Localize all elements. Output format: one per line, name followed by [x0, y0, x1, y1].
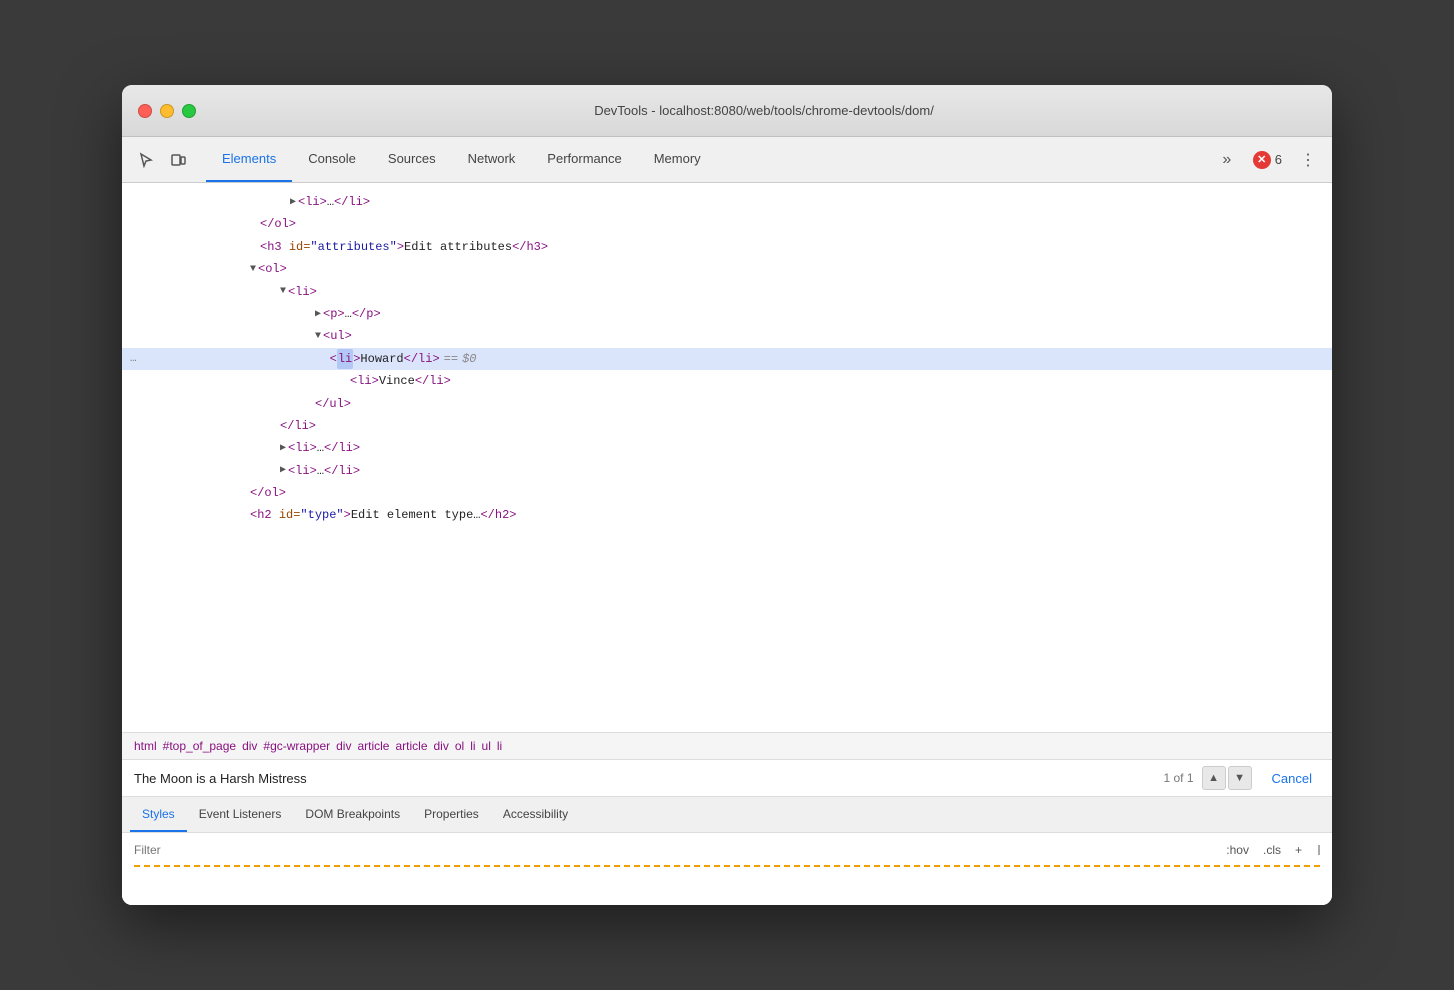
breadcrumb-bar: html #top_of_page div #gc-wrapper div ar… — [122, 732, 1332, 760]
dom-line[interactable]: </li> — [122, 415, 1332, 437]
toolbar: Elements Console Sources Network Perform… — [122, 137, 1332, 183]
new-style-rule-button[interactable]: + — [1291, 841, 1306, 859]
more-tabs-button[interactable]: » — [1213, 146, 1241, 174]
panel-tabs: Styles Event Listeners DOM Breakpoints P… — [122, 797, 1332, 833]
triangle-icon[interactable]: ▶ — [290, 194, 296, 211]
minimize-button[interactable] — [160, 104, 174, 118]
breadcrumb-item[interactable]: #top_of_page — [163, 739, 236, 753]
dots-indicator: … — [130, 350, 137, 369]
breadcrumb-item[interactable]: #gc-wrapper — [263, 739, 330, 753]
triangle-icon[interactable]: ▶ — [315, 306, 321, 323]
close-button[interactable] — [138, 104, 152, 118]
main-content: ▶ <li>…</li> </ol> <h3 id="attributes">E… — [122, 183, 1332, 905]
search-cancel-button[interactable]: Cancel — [1260, 767, 1324, 790]
breadcrumb-item[interactable]: ul — [482, 739, 491, 753]
error-badge-button[interactable]: ✕ 6 — [1247, 149, 1288, 171]
dom-line[interactable]: ▶ <p>…</p> — [122, 303, 1332, 325]
dom-line[interactable]: ▼ <ol> — [122, 258, 1332, 280]
breadcrumb-item[interactable]: ol — [455, 739, 464, 753]
search-bar: 1 of 1 ▲ ▼ Cancel — [122, 760, 1332, 797]
triangle-icon[interactable]: ▶ — [280, 440, 286, 457]
error-count: 6 — [1275, 152, 1282, 167]
dom-line[interactable]: ▼ <ul> — [122, 325, 1332, 347]
breadcrumb-item[interactable]: div — [434, 739, 449, 753]
dom-line-selected[interactable]: … <li>Howard</li> == $0 — [122, 348, 1332, 370]
dom-tree[interactable]: ▶ <li>…</li> </ol> <h3 id="attributes">E… — [122, 183, 1332, 732]
device-icon — [170, 152, 186, 168]
tab-sources[interactable]: Sources — [372, 137, 452, 182]
dom-line[interactable]: <h2 id="type">Edit element type…</h2> — [122, 504, 1332, 526]
triangle-icon[interactable]: ▼ — [280, 283, 286, 300]
error-icon: ✕ — [1253, 151, 1271, 169]
dom-line[interactable]: </ul> — [122, 393, 1332, 415]
inspect-icon-button[interactable] — [132, 146, 160, 174]
search-input[interactable] — [130, 769, 1156, 788]
breadcrumb-item[interactable]: article — [395, 739, 427, 753]
dom-line[interactable]: </ol> — [122, 213, 1332, 235]
panel-tab-properties[interactable]: Properties — [412, 797, 491, 832]
bottom-panel: Styles Event Listeners DOM Breakpoints P… — [122, 797, 1332, 905]
breadcrumb-item[interactable]: html — [134, 739, 157, 753]
traffic-lights — [138, 104, 196, 118]
breadcrumb-item[interactable]: div — [336, 739, 351, 753]
breadcrumb-item[interactable]: div — [242, 739, 257, 753]
tab-console[interactable]: Console — [292, 137, 372, 182]
dom-line[interactable]: <li>Vince</li> — [122, 370, 1332, 392]
filter-divider — [1312, 845, 1320, 855]
devtools-window: DevTools - localhost:8080/web/tools/chro… — [122, 85, 1332, 905]
maximize-button[interactable] — [182, 104, 196, 118]
search-next-button[interactable]: ▼ — [1228, 766, 1252, 790]
tab-memory[interactable]: Memory — [638, 137, 717, 182]
panel-tab-dom-breakpoints[interactable]: DOM Breakpoints — [293, 797, 412, 832]
tab-performance[interactable]: Performance — [531, 137, 637, 182]
dashed-border-indicator — [134, 865, 1320, 867]
tab-network[interactable]: Network — [452, 137, 532, 182]
tag-highlight: li — [337, 349, 353, 369]
settings-button[interactable]: ⋮ — [1294, 146, 1322, 174]
dom-line[interactable]: ▼ <li> — [122, 281, 1332, 303]
search-prev-button[interactable]: ▲ — [1202, 766, 1226, 790]
breadcrumb-item[interactable]: li — [470, 739, 475, 753]
hov-button[interactable]: :hov — [1222, 841, 1253, 859]
dom-line[interactable]: ▶ <li>…</li> — [122, 191, 1332, 213]
styles-panel: :hov .cls + — [122, 833, 1332, 905]
filter-input[interactable] — [134, 839, 1214, 861]
dom-line[interactable]: </ol> — [122, 482, 1332, 504]
panel-tab-event-listeners[interactable]: Event Listeners — [187, 797, 294, 832]
filter-controls: :hov .cls + — [1222, 841, 1320, 859]
breadcrumb-item[interactable]: article — [357, 739, 389, 753]
dom-line[interactable]: <h3 id="attributes">Edit attributes</h3> — [122, 236, 1332, 258]
triangle-icon[interactable]: ▶ — [280, 462, 286, 479]
panel-tab-styles[interactable]: Styles — [130, 797, 187, 832]
breadcrumb-item[interactable]: li — [497, 739, 502, 753]
window-title: DevTools - localhost:8080/web/tools/chro… — [212, 103, 1316, 118]
titlebar: DevTools - localhost:8080/web/tools/chro… — [122, 85, 1332, 137]
panel-tab-accessibility[interactable]: Accessibility — [491, 797, 580, 832]
toolbar-tabs: Elements Console Sources Network Perform… — [206, 137, 1209, 182]
toolbar-icons — [132, 146, 192, 174]
dom-line[interactable]: ▶ <li>…</li> — [122, 437, 1332, 459]
device-toggle-button[interactable] — [164, 146, 192, 174]
cls-button[interactable]: .cls — [1259, 841, 1285, 859]
filter-row: :hov .cls + — [134, 839, 1320, 861]
dom-line[interactable]: ▶ <li>…</li> — [122, 460, 1332, 482]
triangle-icon[interactable]: ▼ — [315, 328, 321, 345]
search-count: 1 of 1 — [1164, 771, 1194, 785]
triangle-icon[interactable]: ▼ — [250, 261, 256, 278]
toolbar-right: » ✕ 6 ⋮ — [1213, 146, 1322, 174]
cursor-icon — [138, 152, 154, 168]
tab-elements[interactable]: Elements — [206, 137, 292, 182]
